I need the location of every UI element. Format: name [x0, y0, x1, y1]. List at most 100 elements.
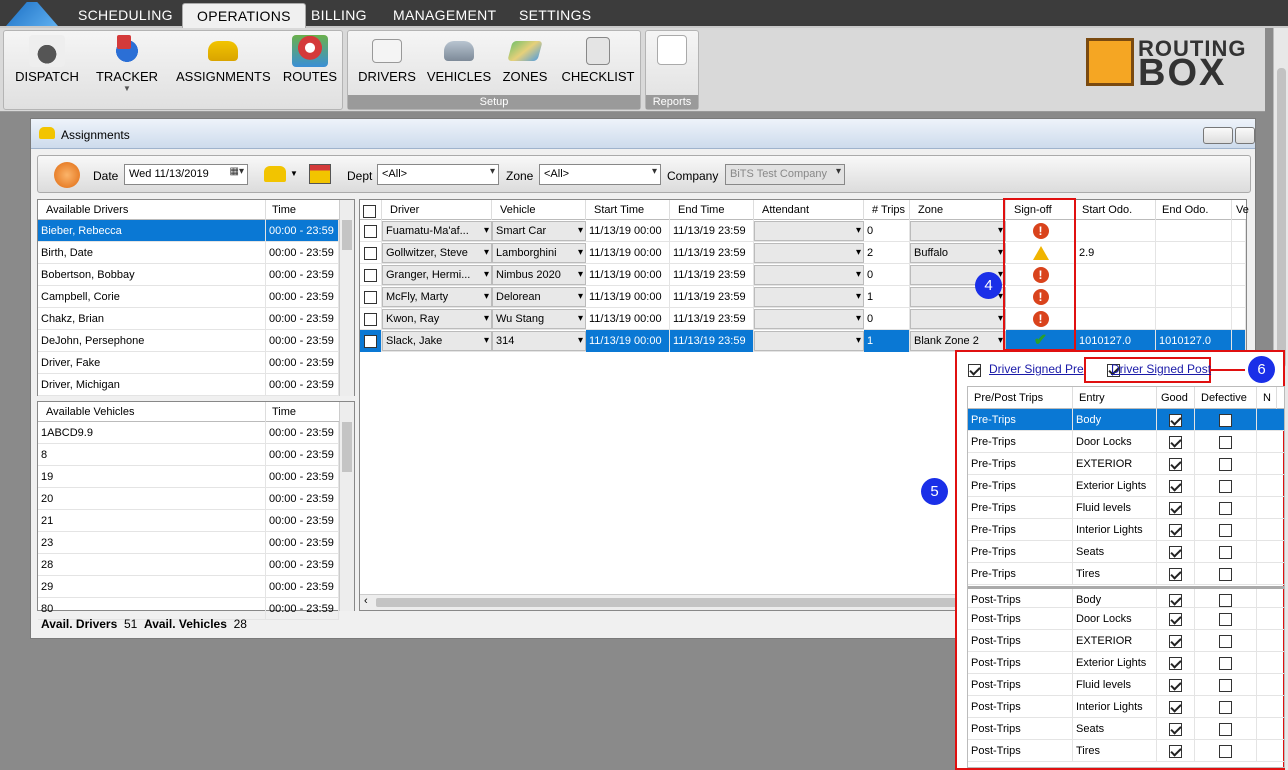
driver-signed-pre-link[interactable]: Driver Signed Pre	[989, 362, 1084, 376]
good-checkbox[interactable]	[1157, 497, 1195, 519]
driver-select[interactable]: Fuamatu-Ma'af... ▾	[382, 221, 492, 241]
notes-cell[interactable]	[1257, 563, 1284, 585]
zone-select[interactable]: <All> ▾	[539, 164, 661, 185]
minimize-button[interactable]	[1203, 127, 1233, 144]
zone-select[interactable]: ▾	[910, 309, 1006, 329]
defective-checkbox[interactable]	[1195, 718, 1257, 740]
table-row[interactable]: Granger, Hermi... ▾ Nimbus 2020 ▾ 11/13/19 0…	[360, 264, 1246, 286]
defective-checkbox[interactable]	[1195, 630, 1257, 652]
defective-checkbox[interactable]	[1195, 674, 1257, 696]
notes-cell[interactable]	[1257, 475, 1284, 497]
col-driver[interactable]: Driver	[382, 200, 492, 220]
driver-signed-post-link[interactable]: Driver Signed Post	[1111, 362, 1211, 376]
maximize-button[interactable]	[1235, 127, 1255, 144]
row-select-checkbox[interactable]	[360, 308, 382, 330]
good-checkbox[interactable]	[1157, 519, 1195, 541]
driver-select[interactable]: Granger, Hermi... ▾	[382, 265, 492, 285]
checklist-row[interactable]: Pre-Trips Exterior Lights	[968, 475, 1284, 497]
hscroll-thumb[interactable]	[376, 598, 966, 607]
table-row[interactable]: 19 00:00 - 23:59	[38, 466, 339, 488]
col-attendant[interactable]: Attendant	[754, 200, 864, 220]
drivers-col-name[interactable]: Available Drivers	[38, 200, 266, 220]
table-row[interactable]: McFly, Marty ▾ Delorean ▾ 11/13/19 00:00 11/1…	[360, 286, 1246, 308]
start-odo[interactable]	[1076, 308, 1156, 330]
notes-cell[interactable]	[1257, 409, 1284, 431]
defective-checkbox[interactable]	[1195, 519, 1257, 541]
driver-select[interactable]: McFly, Marty ▾	[382, 287, 492, 307]
table-row[interactable]: Fuamatu-Ma'af... ▾ Smart Car ▾ 11/13/19 00:0…	[360, 220, 1246, 242]
table-row[interactable]: 23 00:00 - 23:59	[38, 532, 339, 554]
col-vehicle[interactable]: Vehicle	[492, 200, 586, 220]
page-scrollbar-thumb[interactable]	[1277, 68, 1286, 368]
drivers-scrollbar-thumb[interactable]	[342, 220, 352, 250]
good-checkbox[interactable]	[1157, 674, 1195, 696]
tab-scheduling[interactable]: SCHEDULING	[64, 3, 187, 28]
notes-cell[interactable]	[1257, 674, 1284, 696]
notes-cell[interactable]	[1257, 652, 1284, 674]
checklist-row[interactable]: Pre-Trips Door Locks	[968, 431, 1284, 453]
end-time[interactable]: 11/13/19 23:59	[670, 242, 754, 264]
table-row[interactable]: Bobertson, Bobbay 00:00 - 23:59	[38, 264, 339, 286]
notes-cell[interactable]	[1257, 696, 1284, 718]
table-row[interactable]: Driver, Fake 00:00 - 23:59	[38, 352, 339, 374]
notes-cell[interactable]	[1257, 718, 1284, 740]
end-odo[interactable]	[1156, 308, 1232, 330]
start-time[interactable]: 11/13/19 00:00	[586, 308, 670, 330]
table-row[interactable]: 1ABCD9.9 00:00 - 23:59	[38, 422, 339, 444]
navigate-icon[interactable]	[54, 162, 80, 188]
start-odo[interactable]	[1076, 286, 1156, 308]
table-row[interactable]: Driver, Michigan 00:00 - 23:59	[38, 374, 339, 396]
table-row[interactable]: 8 00:00 - 23:59	[38, 444, 339, 466]
checklist-row[interactable]: Pre-Trips Interior Lights	[968, 519, 1284, 541]
assignments-button[interactable]: ASSIGNMENTS	[176, 31, 271, 93]
end-odo[interactable]: 1010127.0	[1156, 330, 1232, 352]
good-checkbox[interactable]	[1157, 453, 1195, 475]
defective-checkbox[interactable]	[1195, 453, 1257, 475]
table-row[interactable]: 20 00:00 - 23:59	[38, 488, 339, 510]
defective-checkbox[interactable]	[1195, 541, 1257, 563]
attendant-select[interactable]: ▾	[754, 309, 864, 329]
tab-operations[interactable]: OPERATIONS	[182, 3, 306, 28]
defective-checkbox[interactable]	[1195, 563, 1257, 585]
drivers-scrollbar[interactable]	[339, 200, 354, 396]
checklist-row[interactable]: Post-Trips EXTERIOR	[968, 630, 1284, 652]
table-row[interactable]: Slack, Jake ▾ 314 ▾ 11/13/19 00:00 11/13/19 2…	[360, 330, 1246, 352]
tab-billing[interactable]: BILLING	[297, 3, 381, 28]
vehicle-select[interactable]: Delorean ▾	[492, 287, 586, 307]
good-checkbox[interactable]	[1157, 740, 1195, 762]
col-entry[interactable]: Entry	[1073, 387, 1157, 409]
drivers-button[interactable]: DRIVERS	[354, 31, 420, 93]
good-checkbox[interactable]	[1157, 630, 1195, 652]
vehicles-button[interactable]: VEHICLES	[426, 31, 492, 93]
start-odo[interactable]: 1010127.0	[1076, 330, 1156, 352]
chevron-down-icon[interactable]: ▼	[290, 169, 298, 178]
col-defective[interactable]: Defective	[1195, 387, 1257, 409]
col-end-time[interactable]: End Time	[670, 200, 754, 220]
start-odo[interactable]	[1076, 220, 1156, 242]
table-row[interactable]: Gollwitzer, Steve ▾ Lamborghini ▾ 11/13/19 0…	[360, 242, 1246, 264]
checklist-row[interactable]: Post-Trips Tires	[968, 740, 1284, 762]
attendant-select[interactable]: ▾	[754, 221, 864, 241]
notes-cell[interactable]	[1257, 453, 1284, 475]
row-select-checkbox[interactable]	[360, 264, 382, 286]
driver-signed-pre-checkbox[interactable]	[968, 364, 981, 378]
trip-count[interactable]: 1	[864, 330, 910, 352]
vehicle-select[interactable]: 314 ▾	[492, 331, 586, 351]
calendar-icon[interactable]: ▦▾	[230, 166, 244, 177]
checklist-row[interactable]: Pre-Trips Tires	[968, 563, 1284, 585]
notes-cell[interactable]	[1257, 541, 1284, 563]
vehicle-select[interactable]: Wu Stang ▾	[492, 309, 586, 329]
attendant-select[interactable]: ▾	[754, 331, 864, 351]
tab-settings[interactable]: SETTINGS	[505, 3, 605, 28]
end-time[interactable]: 11/13/19 23:59	[670, 308, 754, 330]
col-notes[interactable]: N	[1257, 387, 1277, 409]
date-picker[interactable]: Wed 11/13/2019 ▦▾	[124, 164, 248, 185]
trip-count[interactable]: 1	[864, 286, 910, 308]
tracker-button[interactable]: TRACKER ▼	[92, 31, 162, 93]
table-row[interactable]: 21 00:00 - 23:59	[38, 510, 339, 532]
good-checkbox[interactable]	[1157, 652, 1195, 674]
vehicle-select[interactable]: Smart Car ▾	[492, 221, 586, 241]
vehicles-col-name[interactable]: Available Vehicles	[38, 402, 266, 422]
end-odo[interactable]	[1156, 220, 1232, 242]
attendant-select[interactable]: ▾	[754, 287, 864, 307]
